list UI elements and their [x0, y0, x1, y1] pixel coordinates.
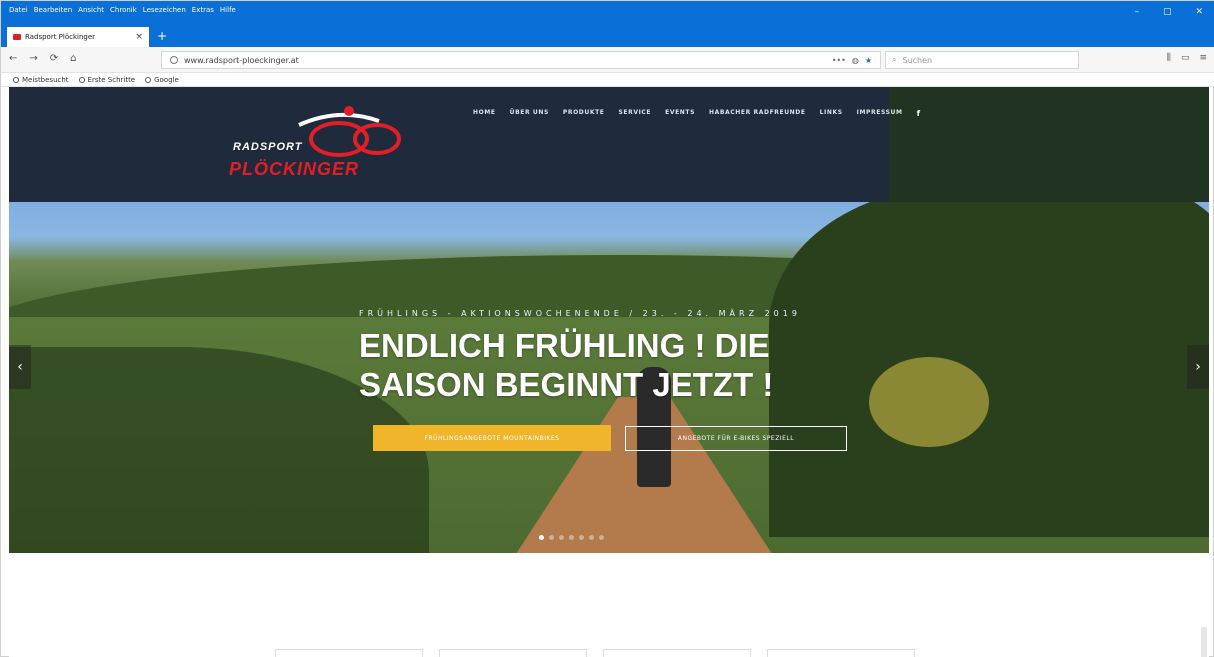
tab-title: Radsport Plöckinger — [25, 33, 96, 41]
library-icon[interactable]: ⫼ — [1167, 53, 1171, 63]
bike-logo-icon — [298, 106, 401, 157]
teaser-card[interactable] — [275, 649, 423, 657]
menu-bookmarks[interactable]: Lesezeichen — [143, 6, 186, 14]
flowers-background — [869, 357, 989, 447]
forward-icon[interactable]: → — [29, 53, 37, 64]
ebike-offers-button[interactable]: ANGEBOTE FÜR E-BIKES SPEZIELL — [625, 426, 847, 451]
facebook-icon[interactable]: f — [917, 109, 921, 118]
bookmark-getting-started[interactable]: Erste Schritte — [78, 76, 135, 84]
teaser-card[interactable] — [603, 649, 751, 657]
gear-icon — [13, 76, 19, 83]
nav-impressum[interactable]: IMPRESSUM — [857, 109, 903, 118]
nav-home[interactable]: HOME — [473, 109, 496, 118]
spring-offers-button[interactable]: FRÜHLINGSANGEBOTE MOUNTAINBIKES — [373, 425, 611, 451]
menu-edit[interactable]: Bearbeiten — [34, 6, 72, 14]
main-navigation: HOME ÜBER UNS PRODUKTE SERVICE EVENTS HA… — [473, 109, 921, 118]
navigation-bar: ← → ⟳ ⌂ www.radsport-ploeckinger.at ••• … — [1, 47, 1214, 73]
logo-ploeckinger: PLÖCKINGER — [229, 159, 360, 179]
search-placeholder: Suchen — [902, 55, 933, 65]
back-icon[interactable]: ← — [9, 53, 17, 64]
teaser-card[interactable] — [767, 649, 915, 657]
new-tab-button[interactable]: + — [155, 29, 169, 43]
web-page: RADSPORT PLÖCKINGER HOME ÜBER UNS PRODUK… — [9, 87, 1209, 657]
close-tab-icon[interactable]: × — [135, 32, 143, 42]
sidebar-icon[interactable]: ▭ — [1181, 53, 1190, 63]
minimize-button[interactable]: – — [1134, 7, 1139, 17]
bookmark-star-icon[interactable]: ★ — [865, 56, 872, 65]
next-slide-icon[interactable]: › — [1187, 345, 1209, 389]
url-text[interactable]: www.radsport-ploeckinger.at — [184, 56, 299, 65]
logo-radsport: RADSPORT — [233, 141, 303, 153]
nav-links[interactable]: LINKS — [820, 109, 843, 118]
browser-window: Datei Bearbeiten Ansicht Chronik Lesezei… — [0, 0, 1214, 657]
tab-radsport[interactable]: Radsport Plöckinger × — [7, 27, 149, 47]
menu-history[interactable]: Chronik — [110, 6, 137, 14]
window-controls: – ▢ ✕ — [1134, 7, 1203, 17]
home-icon[interactable]: ⌂ — [70, 53, 76, 64]
url-bar[interactable]: www.radsport-ploeckinger.at ••• ◍ ★ — [161, 51, 881, 69]
nav-habacher[interactable]: HABACHER RADFREUNDE — [709, 109, 806, 118]
page-actions-icon[interactable]: ••• — [832, 56, 846, 65]
slider-dots — [539, 535, 604, 540]
slide-dot[interactable] — [589, 535, 594, 540]
slide-dot[interactable] — [599, 535, 604, 540]
close-window-button[interactable]: ✕ — [1195, 7, 1203, 17]
maximize-button[interactable]: ▢ — [1163, 7, 1172, 17]
site-header: RADSPORT PLÖCKINGER HOME ÜBER UNS PRODUK… — [9, 87, 1209, 202]
site-info-icon[interactable] — [170, 56, 178, 64]
nav-buttons: ← → ⟳ ⌂ — [9, 53, 77, 64]
slide-dot[interactable] — [549, 535, 554, 540]
search-input[interactable]: ⌕ Suchen — [885, 51, 1079, 69]
menu-view[interactable]: Ansicht — [78, 6, 104, 14]
slide-dot[interactable] — [579, 535, 584, 540]
slide-dot[interactable] — [559, 535, 564, 540]
tab-strip: Radsport Plöckinger × + — [1, 27, 1214, 47]
title-bar: Datei Bearbeiten Ansicht Chronik Lesezei… — [1, 1, 1214, 27]
scrollbar[interactable] — [1201, 627, 1207, 657]
teaser-card[interactable] — [439, 649, 587, 657]
search-icon: ⌕ — [892, 55, 897, 64]
toolbar-tools: ⫼ ▭ ≡ — [1167, 53, 1207, 63]
url-actions: ••• ◍ ★ — [832, 56, 872, 65]
hero-slider: RADSPORT PLÖCKINGER HOME ÜBER UNS PRODUK… — [9, 87, 1209, 553]
globe-icon — [145, 76, 152, 83]
hero-kicker: FRÜHLINGS - AKTIONSWOCHENENDE / 23. - 24… — [359, 309, 801, 318]
nav-events[interactable]: EVENTS — [665, 109, 695, 118]
favicon-icon — [13, 34, 21, 40]
reload-icon[interactable]: ⟳ — [50, 53, 58, 64]
menu-bar: Datei Bearbeiten Ansicht Chronik Lesezei… — [9, 6, 236, 14]
slide-dot[interactable] — [569, 535, 574, 540]
firefox-icon — [78, 76, 85, 83]
menu-help[interactable]: Hilfe — [220, 6, 236, 14]
pocket-icon[interactable]: ◍ — [852, 56, 859, 65]
bookmark-google[interactable]: Google — [145, 76, 179, 84]
slide-dot[interactable] — [539, 535, 544, 540]
bookmark-most-visited[interactable]: Meistbesucht — [13, 76, 69, 84]
nav-about[interactable]: ÜBER UNS — [510, 109, 549, 118]
bookmarks-bar: Meistbesucht Erste Schritte Google — [1, 73, 1214, 87]
nav-service[interactable]: SERVICE — [619, 109, 652, 118]
header-trees — [889, 87, 1209, 202]
menu-tools[interactable]: Extras — [192, 6, 214, 14]
nav-products[interactable]: PRODUKTE — [563, 109, 605, 118]
hero-headline: ENDLICH FRÜHLING ! DIE SAISON BEGINNT JE… — [359, 327, 774, 403]
teaser-cards — [275, 649, 915, 657]
prev-slide-icon[interactable]: ‹ — [9, 345, 31, 389]
site-logo[interactable]: RADSPORT PLÖCKINGER — [229, 103, 419, 188]
menu-file[interactable]: Datei — [9, 6, 28, 14]
hamburger-menu-icon[interactable]: ≡ — [1199, 53, 1207, 63]
